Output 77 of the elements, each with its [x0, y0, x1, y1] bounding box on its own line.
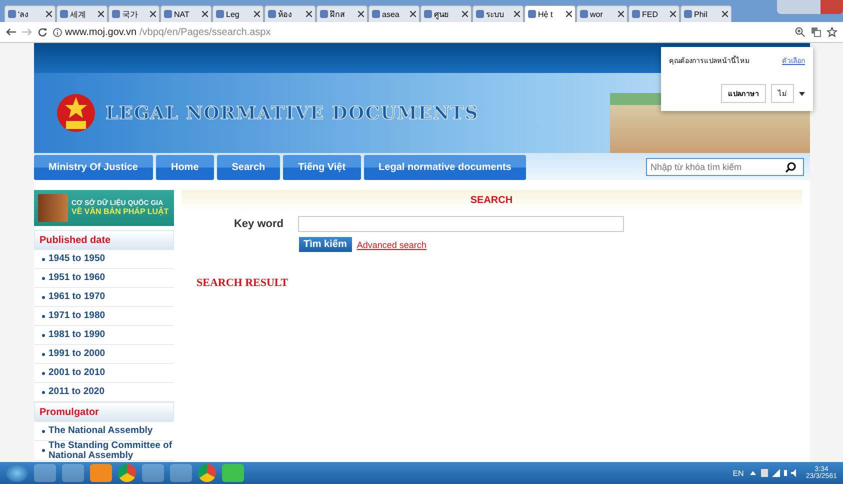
- sidebar-link[interactable]: 1971 to 1980: [48, 311, 106, 321]
- browser-tab[interactable]: ระบบ: [472, 5, 524, 22]
- browser-tab[interactable]: FED: [628, 5, 680, 22]
- sidebar-link[interactable]: 1945 to 1950: [48, 254, 106, 264]
- result-heading: SEARCH RESULT: [196, 277, 290, 289]
- section-heading: Published date: [34, 230, 174, 250]
- close-icon[interactable]: [722, 11, 728, 17]
- search-icon[interactable]: [784, 162, 796, 173]
- close-icon[interactable]: [98, 11, 104, 17]
- address-field[interactable]: www.moj.gov.vn /vbpq/en/Pages/ssearch.aspx: [53, 26, 789, 38]
- page-icon: [112, 10, 120, 18]
- close-icon[interactable]: [618, 11, 624, 17]
- sidebar-link[interactable]: The Standing Committee of National Assembly: [48, 441, 174, 460]
- panel-heading: SEARCH: [182, 190, 802, 210]
- search-button[interactable]: Tìm kiếm: [298, 237, 352, 252]
- sidebar-link[interactable]: 1961 to 1970: [48, 292, 106, 302]
- keyword-field[interactable]: [298, 216, 624, 232]
- sidebar-link[interactable]: 1951 to 1960: [48, 273, 106, 283]
- close-icon[interactable]: [46, 11, 52, 17]
- page-icon: [164, 10, 172, 18]
- search-field[interactable]: Nhập từ khóa tìm kiếm: [646, 158, 804, 176]
- page-icon: [632, 10, 640, 18]
- close-icon[interactable]: [566, 11, 572, 17]
- browser-tab[interactable]: ห้อง: [264, 5, 316, 22]
- page-icon: [528, 10, 536, 18]
- page-icon: [320, 10, 328, 18]
- close-icon[interactable]: [462, 11, 468, 17]
- books-icon: [38, 194, 68, 222]
- translate-icon[interactable]: [811, 27, 821, 37]
- app-icon[interactable]: [118, 464, 136, 482]
- field-label: Key word: [232, 218, 284, 230]
- sidebar-link[interactable]: The National Assembly: [48, 426, 153, 436]
- section-heading: Promulgator: [34, 402, 174, 422]
- reload-icon[interactable]: [38, 28, 47, 36]
- page-icon: [372, 10, 380, 18]
- back-icon[interactable]: [6, 28, 16, 36]
- info-icon[interactable]: [53, 28, 62, 36]
- browser-tab[interactable]: 세계: [56, 5, 108, 22]
- browser-tab[interactable]: 'ลง: [4, 5, 56, 22]
- caret-icon[interactable]: [799, 92, 805, 96]
- page-icon: [60, 10, 68, 18]
- browser-tab[interactable]: NAT: [160, 5, 212, 22]
- language-indicator[interactable]: EN: [732, 468, 744, 478]
- page-icon: [684, 10, 692, 18]
- close-icon[interactable]: [670, 11, 676, 17]
- sidebar-link[interactable]: 2011 to 2020: [48, 387, 104, 397]
- browser-tab[interactable]: 국가: [108, 5, 160, 22]
- close-icon[interactable]: [306, 11, 312, 17]
- close-icon[interactable]: [254, 11, 260, 17]
- close-icon[interactable]: [514, 11, 520, 17]
- sidebar-link[interactable]: 1991 to 2000: [48, 349, 106, 359]
- sidebar-link[interactable]: 2001 to 2010: [48, 368, 106, 378]
- page-icon: [216, 10, 224, 18]
- browser-tab[interactable]: Leg: [212, 5, 264, 22]
- browser-tab[interactable]: Hệ t: [524, 5, 576, 22]
- browser-tab[interactable]: asea: [368, 5, 420, 22]
- browser-tab[interactable]: ศูนย: [420, 5, 472, 22]
- browser-tab[interactable]: wor: [576, 5, 628, 22]
- star-icon[interactable]: [827, 27, 837, 37]
- page-icon: [8, 10, 16, 18]
- browser-tab[interactable]: Phil: [680, 5, 732, 22]
- site-title: LEGAL NORMATIVE DOCUMENTS: [106, 102, 479, 124]
- sidebar-link[interactable]: 1981 to 1990: [48, 330, 106, 340]
- page-icon: [476, 10, 484, 18]
- page-icon: [580, 10, 588, 18]
- close-icon[interactable]: [410, 11, 416, 17]
- close-icon[interactable]: [150, 11, 156, 17]
- page-icon: [424, 10, 432, 18]
- window-controls[interactable]: [777, 0, 843, 14]
- start-icon[interactable]: [6, 464, 28, 482]
- page-icon: [268, 10, 276, 18]
- zoom-icon[interactable]: [795, 27, 805, 37]
- advanced-search-link[interactable]: Advanced search: [356, 240, 426, 250]
- close-icon[interactable]: [202, 11, 208, 17]
- banner-text: VỀ VĂN BẢN PHÁP LUẬT: [72, 207, 169, 216]
- close-icon[interactable]: [358, 11, 364, 17]
- app-icon[interactable]: [198, 464, 216, 482]
